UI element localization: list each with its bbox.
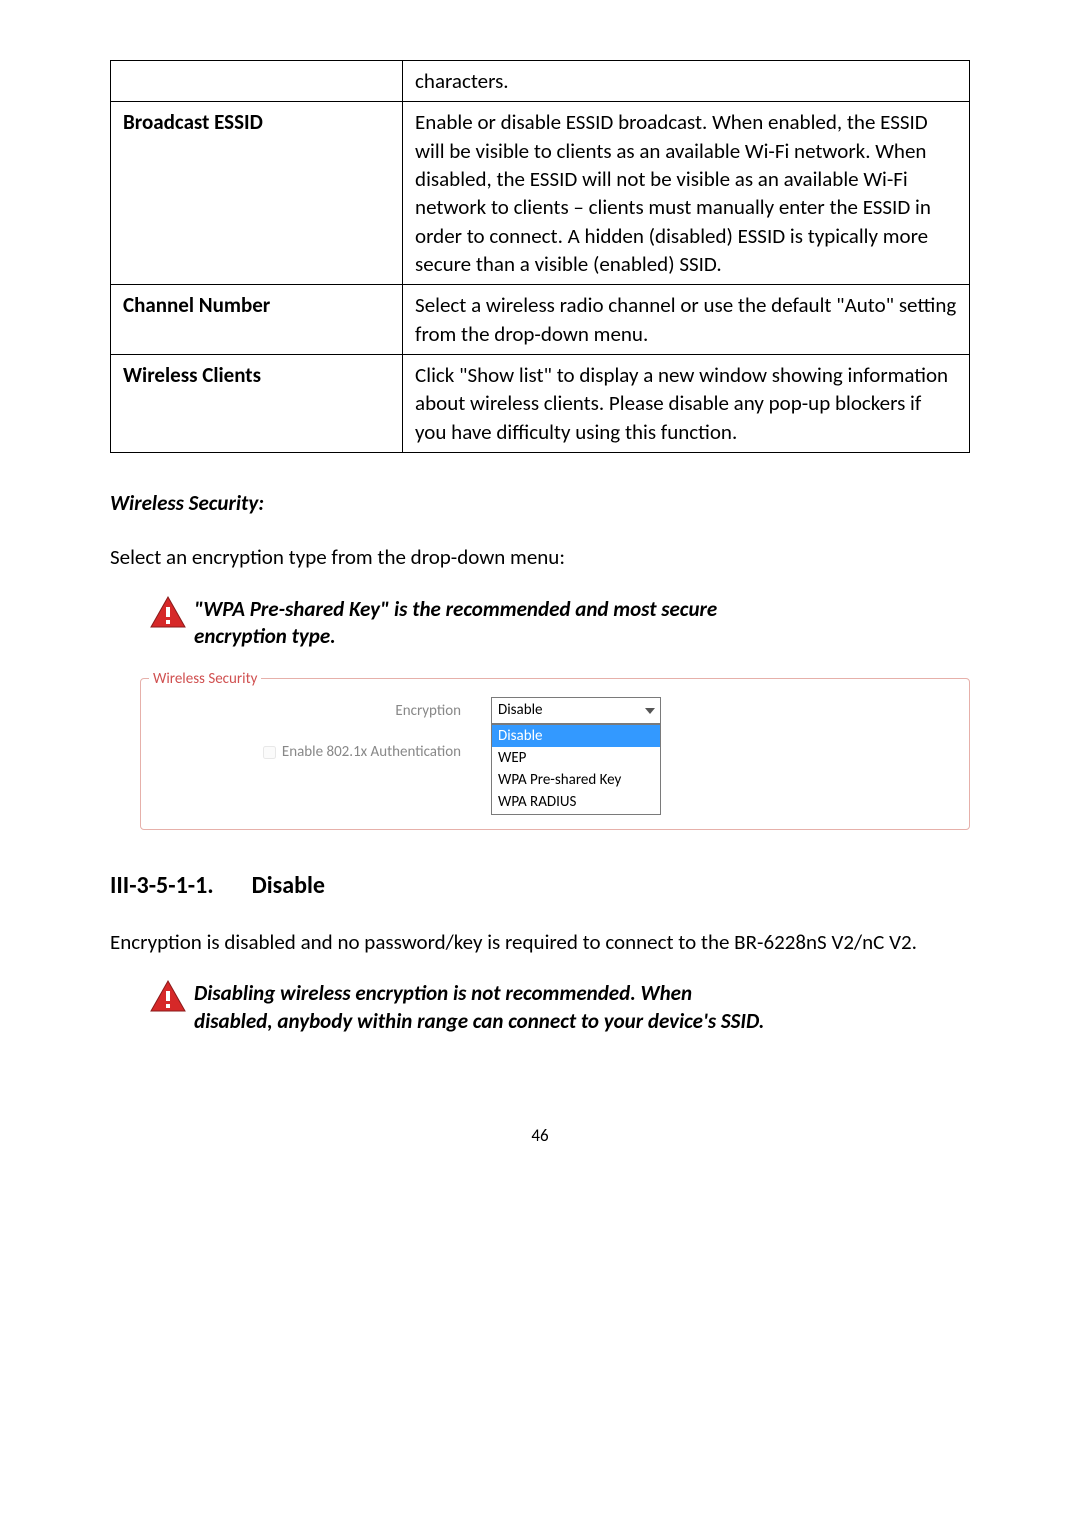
warning-text: "WPA Pre-shared Key" is the recommended …: [194, 596, 717, 651]
encryption-dropdown[interactable]: Disable Disable WEP WPA Pre-shared Key W…: [491, 697, 661, 814]
warning-line2: disabled, anybody within range can conne…: [194, 1008, 764, 1034]
heading-number: III-3-5-1-1.: [110, 870, 214, 902]
dropdown-list: Disable WEP WPA Pre-shared Key WPA RADIU…: [491, 724, 661, 815]
dropdown-option-wep[interactable]: WEP: [492, 747, 660, 769]
dropdown-option-disable[interactable]: Disable: [492, 725, 660, 747]
warning-text: Disabling wireless encryption is not rec…: [194, 980, 764, 1035]
section-heading: III-3-5-1-1. Disable: [110, 870, 970, 902]
cell-value: Select a wireless radio channel or use t…: [403, 285, 970, 355]
warning-callout-recommended: "WPA Pre-shared Key" is the recommended …: [110, 596, 970, 651]
warning-line1: "WPA Pre-shared Key" is the recommended …: [194, 596, 717, 622]
table-row: Channel Number Select a wireless radio c…: [111, 285, 970, 355]
warning-icon: [150, 596, 186, 635]
dropdown-option-wpa-psk[interactable]: WPA Pre-shared Key: [492, 769, 660, 791]
enable-8021x-label: Enable 802.1x Authentication: [282, 738, 461, 767]
wireless-security-heading: Wireless Security:: [110, 489, 970, 517]
warning-icon: [150, 980, 186, 1019]
warning-line1: Disabling wireless encryption is not rec…: [194, 980, 692, 1006]
cell-label: Broadcast ESSID: [111, 102, 403, 285]
cell-value: Click "Show list" to display a new windo…: [403, 355, 970, 453]
page-number: 46: [110, 1125, 970, 1148]
properties-table: characters. Broadcast ESSID Enable or di…: [110, 60, 970, 453]
select-encryption-paragraph: Select an encryption type from the drop-…: [110, 543, 970, 571]
dropdown-value: Disable: [491, 697, 661, 723]
cell-value: characters.: [403, 61, 970, 102]
wireless-security-panel: Wireless Security Encryption Enable 802.…: [140, 678, 970, 829]
cell-label: [111, 61, 403, 102]
table-row: Wireless Clients Click "Show list" to di…: [111, 355, 970, 453]
dropdown-option-wpa-radius[interactable]: WPA RADIUS: [492, 791, 660, 813]
encryption-label: Encryption: [161, 697, 461, 726]
panel-legend: Wireless Security: [149, 669, 261, 689]
warning-callout-disabling: Disabling wireless encryption is not rec…: [110, 980, 970, 1035]
table-row: characters.: [111, 61, 970, 102]
enable-8021x-checkbox[interactable]: [263, 746, 276, 759]
warning-line2: encryption type.: [194, 623, 336, 649]
cell-label: Channel Number: [111, 285, 403, 355]
cell-label: Wireless Clients: [111, 355, 403, 453]
table-row: Broadcast ESSID Enable or disable ESSID …: [111, 102, 970, 285]
disable-description: Encryption is disabled and no password/k…: [110, 928, 970, 956]
heading-title: Disable: [252, 870, 325, 902]
cell-value: Enable or disable ESSID broadcast. When …: [403, 102, 970, 285]
